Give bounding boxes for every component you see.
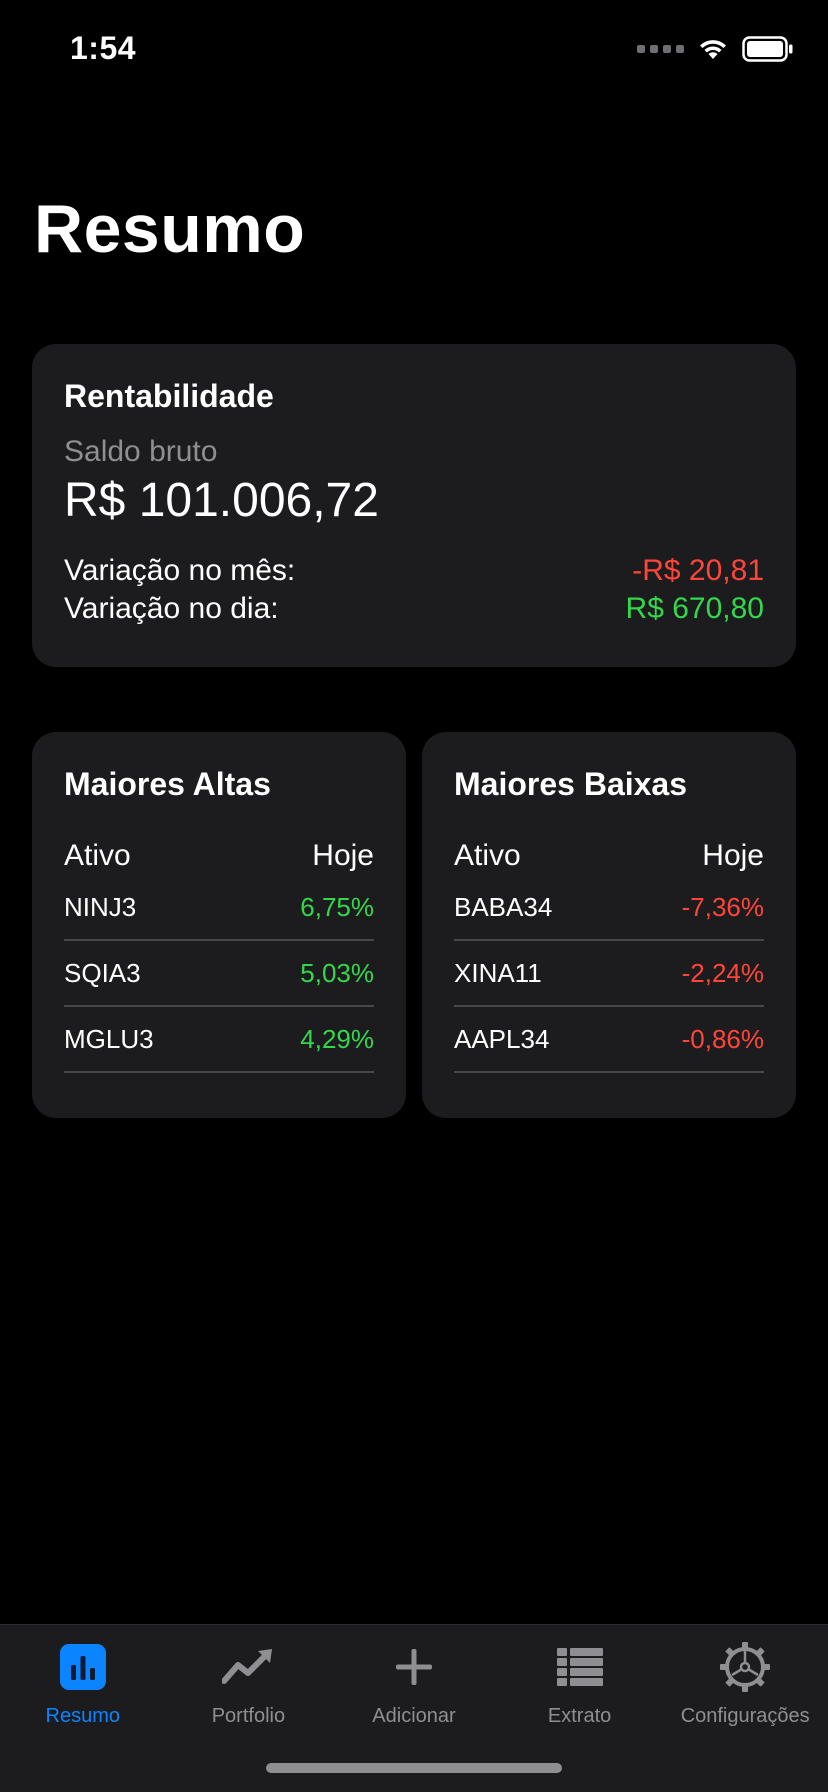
status-bar: 1:54: [0, 0, 828, 100]
card-title: Rentabilidade: [64, 378, 274, 414]
month-variation-value: -R$ 20,81: [632, 554, 764, 587]
change-percent: 5,03%: [300, 957, 374, 988]
losers-row[interactable]: XINA11 -2,24%: [454, 941, 764, 1007]
ticker: BABA34: [454, 891, 553, 922]
cellular-signal-icon: [637, 45, 684, 53]
wifi-icon: [700, 40, 726, 59]
change-percent: -2,24%: [681, 957, 764, 988]
tab-label: Configurações: [680, 1705, 810, 1727]
status-time: 1:54: [70, 30, 137, 66]
day-variation-label: Variação no dia:: [64, 592, 279, 625]
balance-value: R$ 101.006,72: [64, 474, 379, 527]
losers-row[interactable]: BABA34 -7,36%: [454, 875, 764, 941]
tab-resumo[interactable]: Resumo: [0, 1625, 166, 1792]
balance-label: Saldo bruto: [64, 435, 218, 468]
tab-label: Extrato: [547, 1705, 612, 1727]
losers-row[interactable]: AAPL34 -0,86%: [454, 1007, 764, 1073]
month-variation-label: Variação no mês:: [64, 554, 296, 587]
losers-card: Maiores Baixas Ativo Hoje BABA34 -7,36% …: [422, 732, 796, 1118]
variation-list: Variação no mês: -R$ 20,81 Variação no d…: [64, 552, 764, 628]
day-variation-row: Variação no dia: R$ 670,80: [64, 590, 764, 628]
day-variation-value: R$ 670,80: [625, 592, 764, 625]
tab-label: Portfolio: [211, 1705, 286, 1727]
battery-icon: [742, 36, 793, 62]
home-indicator: [266, 1763, 562, 1773]
change-percent: 4,29%: [300, 1023, 374, 1054]
tab-configuracoes[interactable]: Configurações: [662, 1625, 828, 1792]
change-percent: -7,36%: [681, 891, 764, 922]
gear-icon: [719, 1641, 771, 1693]
column-header-today: Hoje: [312, 839, 374, 872]
month-variation-row: Variação no mês: -R$ 20,81: [64, 552, 764, 590]
plus-icon: [388, 1641, 440, 1693]
screen: 1:54 Resumo Rentabilidade Saldo bruto R$…: [0, 0, 828, 1792]
gainers-table-header: Ativo Hoje: [64, 839, 374, 873]
column-header-today: Hoje: [702, 839, 764, 872]
gainers-row[interactable]: NINJ3 6,75%: [64, 875, 374, 941]
ticker: SQIA3: [64, 957, 141, 988]
losers-title: Maiores Baixas: [454, 766, 688, 802]
losers-table-header: Ativo Hoje: [454, 839, 764, 873]
rentabilidade-card: Rentabilidade Saldo bruto R$ 101.006,72 …: [32, 344, 796, 667]
gainers-card: Maiores Altas Ativo Hoje NINJ3 6,75% SQI…: [32, 732, 406, 1118]
ticker: MGLU3: [64, 1023, 154, 1054]
column-header-asset: Ativo: [64, 839, 131, 872]
tab-label: Resumo: [45, 1705, 121, 1727]
ticker: AAPL34: [454, 1023, 550, 1054]
losers-list: BABA34 -7,36% XINA11 -2,24% AAPL34 -0,86…: [454, 875, 764, 1073]
gainers-row[interactable]: SQIA3 5,03%: [64, 941, 374, 1007]
tab-label: Adicionar: [372, 1705, 456, 1727]
gainers-title: Maiores Altas: [64, 766, 271, 802]
trend-up-icon: [222, 1641, 274, 1693]
ticker: NINJ3: [64, 891, 137, 922]
page-title: Resumo: [34, 191, 306, 267]
gainers-row[interactable]: MGLU3 4,29%: [64, 1007, 374, 1073]
column-header-asset: Ativo: [454, 839, 521, 872]
bar-chart-icon: [57, 1641, 109, 1693]
change-percent: 6,75%: [300, 891, 374, 922]
change-percent: -0,86%: [681, 1023, 764, 1054]
list-icon: [554, 1641, 606, 1693]
gainers-list: NINJ3 6,75% SQIA3 5,03% MGLU3 4,29%: [64, 875, 374, 1073]
ticker: XINA11: [454, 957, 542, 988]
status-icons: [637, 36, 794, 62]
